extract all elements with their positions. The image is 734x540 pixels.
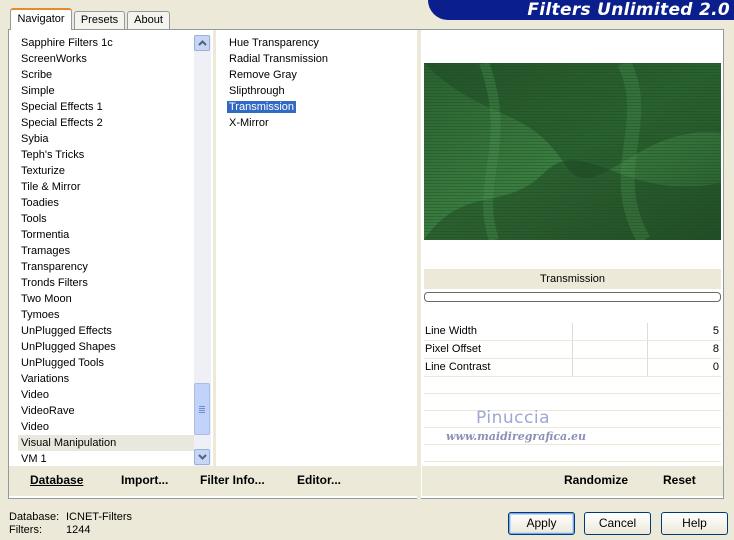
category-item[interactable]: Tramages [18,243,194,259]
category-item[interactable]: Variations [18,371,194,387]
category-item[interactable]: Transparency [18,259,194,275]
help-button[interactable]: Help [661,512,728,535]
category-item[interactable]: Special Effects 1 [18,99,194,115]
category-item[interactable]: Two Moon [18,291,194,307]
preview-image [424,63,721,240]
category-item[interactable]: UnPlugged Effects [18,323,194,339]
category-item[interactable]: Simple [18,83,194,99]
param-pixel-offset[interactable]: Pixel Offset 8 [424,341,721,359]
watermark-name: Pinuccia [476,408,550,428]
param-slot-empty [424,412,721,428]
reset-button[interactable]: Reset [663,473,696,487]
category-item[interactable]: Video [18,387,194,403]
category-item[interactable]: UnPlugged Tools [18,355,194,371]
chevron-down-icon [197,454,207,460]
category-item[interactable]: Sybia [18,131,194,147]
category-item[interactable]: Texturize [18,163,194,179]
category-item[interactable]: Tools [18,211,194,227]
category-item[interactable]: ScreenWorks [18,51,194,67]
import-button[interactable]: Import... [121,473,168,487]
watermark-site: www.maidiregrafica.eu [446,430,587,443]
tab-about[interactable]: About [127,11,170,29]
grip-icon [199,405,205,413]
status-filter-count: Filters: 1244 [9,524,91,536]
filter-item[interactable]: Slipthrough [226,83,416,99]
apply-button[interactable]: Apply [508,512,575,535]
param-slot-empty [424,446,721,462]
tab-navigator[interactable]: Navigator [10,8,72,30]
category-item[interactable]: Tronds Filters [18,275,194,291]
category-item[interactable]: Toadies [18,195,194,211]
category-list[interactable]: Sapphire Filters 1c ScreenWorks Scribe Simp… [18,35,194,467]
progress-bar [424,292,721,302]
category-item[interactable]: Tormentia [18,227,194,243]
filter-info-button[interactable]: Filter Info... [200,473,265,487]
param-line-contrast[interactable]: Line Contrast 0 [424,359,721,377]
database-name: ICNET-Filters [66,511,132,523]
category-item[interactable]: Special Effects 2 [18,115,194,131]
cancel-button[interactable]: Cancel [584,512,651,535]
chevron-up-icon [197,40,207,46]
category-item[interactable]: Teph's Tricks [18,147,194,163]
column-divider [417,30,421,499]
category-item[interactable]: Tile & Mirror [18,179,194,195]
preview-graphic [424,63,721,240]
filter-list[interactable]: Hue Transparency Radial Transmission Remov… [226,35,416,235]
filter-item[interactable]: Radial Transmission [226,51,416,67]
scroll-thumb[interactable] [194,383,210,435]
window-title: Filters Unlimited 2.0 [527,0,730,20]
filter-item[interactable]: Hue Transparency [226,35,416,51]
filter-count: 1244 [66,524,91,536]
scroll-up-button[interactable] [194,35,210,51]
category-item[interactable]: Tymoes [18,307,194,323]
category-item[interactable]: VideoRave [18,403,194,419]
status-database: Database: ICNET-Filters [9,511,132,523]
editor-button[interactable]: Editor... [297,473,341,487]
column-divider [213,30,216,466]
filter-item[interactable]: Remove Gray [226,67,416,83]
tab-presets[interactable]: Presets [74,11,125,29]
category-item[interactable]: Visual Manipulation [18,435,194,451]
category-item[interactable]: Sapphire Filters 1c [18,35,194,51]
selected-filter-name: Transmission [424,269,721,289]
category-item[interactable]: UnPlugged Shapes [18,339,194,355]
database-button[interactable]: Database [30,473,83,487]
category-item[interactable]: VM 1 [18,451,194,467]
category-scrollbar[interactable] [194,35,211,466]
category-item[interactable]: Video [18,419,194,435]
randomize-button[interactable]: Randomize [564,473,628,487]
scroll-down-button[interactable] [194,449,210,465]
category-item[interactable]: Scribe [18,67,194,83]
param-slot-empty [424,395,721,411]
param-slot-empty [424,378,721,394]
filter-item[interactable]: X-Mirror [226,115,416,131]
filter-item[interactable]: Transmission [226,99,416,115]
param-line-width[interactable]: Line Width 5 [424,323,721,341]
list-button-bar: Database Import... Filter Info... Editor… [9,466,418,496]
